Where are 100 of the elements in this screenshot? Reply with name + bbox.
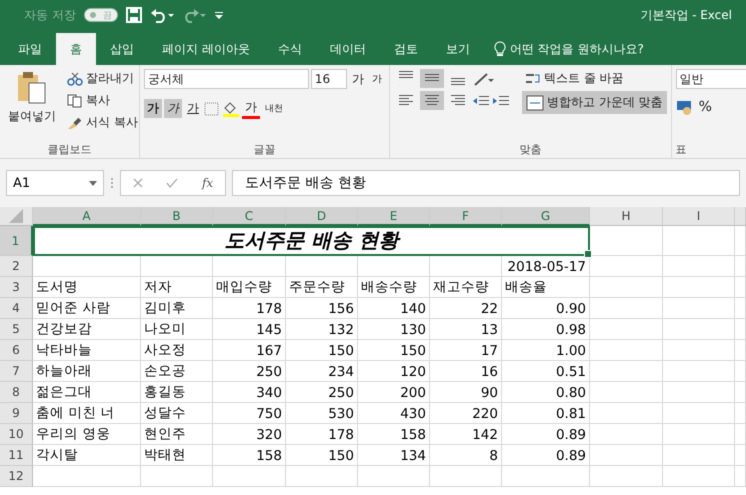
lightbulb-icon (494, 41, 506, 57)
enter-icon (166, 178, 178, 188)
save-icon (126, 7, 142, 23)
font-color-button[interactable]: 가 (242, 98, 260, 119)
cut-button[interactable]: 잘라내기 (64, 69, 141, 88)
table-cell: 현인주 (141, 424, 213, 445)
horizontal-align-button[interactable] (420, 91, 444, 110)
italic-button[interactable]: 가 (164, 99, 182, 118)
row-header[interactable]: 10 (0, 424, 33, 445)
table-cell (735, 424, 746, 445)
tell-me-field[interactable]: 어떤 작업을 원하시나요? (510, 40, 644, 58)
table-cell (735, 340, 746, 361)
row-header[interactable]: 8 (0, 382, 33, 403)
phonetic-button[interactable]: 내천 (262, 101, 286, 116)
column-header[interactable]: C (213, 207, 286, 226)
table-cell (735, 277, 746, 298)
column-header[interactable]: F (430, 207, 502, 226)
merge-center-button[interactable]: 병합하고 가운데 맞춤 (522, 91, 667, 114)
column-header[interactable]: E (358, 207, 430, 226)
ribbon-tab[interactable]: 홈 (56, 33, 96, 65)
table-cell (286, 256, 358, 277)
table-cell (663, 319, 735, 340)
undo-icon (150, 7, 174, 23)
fill-handle[interactable] (584, 250, 592, 258)
grow-font-button[interactable]: 가 (349, 70, 367, 88)
table-cell (663, 277, 735, 298)
table-cell (286, 466, 358, 487)
table-cell: 주문수량 (286, 277, 358, 298)
table-cell: 매입수량 (213, 277, 286, 298)
table-cell: 158 (213, 445, 286, 466)
increase-indent-icon (492, 94, 510, 108)
merged-title-cell[interactable]: 도서주문 배송 현황 (33, 226, 590, 256)
row-header[interactable]: 9 (0, 403, 33, 424)
format-painter-button[interactable]: 서식 복사 (64, 113, 141, 132)
row-header[interactable]: 1 (0, 226, 33, 256)
table-cell: 142 (430, 424, 502, 445)
paste-button[interactable]: 붙여넣기 (4, 69, 60, 142)
table-cell: 김미후 (141, 298, 213, 319)
column-header[interactable]: G (502, 207, 590, 226)
wrap-text-button[interactable]: 텍스트 줄 바꿈 (522, 69, 667, 88)
row-header[interactable]: 2 (0, 256, 33, 277)
table-cell (735, 226, 746, 256)
table-cell: 320 (213, 424, 286, 445)
table-cell: 158 (358, 424, 430, 445)
bold-button[interactable]: 가 (144, 99, 162, 118)
ribbon-tab[interactable]: 데이터 (316, 33, 380, 65)
column-header[interactable]: B (141, 207, 213, 226)
vertical-align-button[interactable] (420, 69, 444, 88)
table-cell: 우리의 영웅 (33, 424, 141, 445)
ribbon-tab[interactable]: 검토 (380, 33, 432, 65)
table-cell (663, 340, 735, 361)
shrink-font-button[interactable]: 가 (369, 71, 385, 87)
ribbon-tab[interactable]: 수식 (264, 33, 316, 65)
formula-field[interactable]: 도서주문 배송 현황 (232, 170, 740, 196)
select-all-icon (9, 209, 23, 223)
table-cell (663, 424, 735, 445)
row-header[interactable]: 3 (0, 277, 33, 298)
column-header[interactable]: I (663, 207, 735, 226)
table-cell: 손오공 (141, 361, 213, 382)
row-header[interactable]: 12 (0, 466, 33, 487)
dropdown-icon (89, 180, 97, 186)
table-cell: 430 (358, 403, 430, 424)
row-header[interactable]: 6 (0, 340, 33, 361)
table-cell (663, 226, 735, 256)
column-header[interactable]: H (590, 207, 663, 226)
row-header[interactable]: 4 (0, 298, 33, 319)
ribbon-tab[interactable]: 파일 (4, 33, 56, 65)
fill-color-icon (222, 100, 240, 116)
group-label: 맞춤 (518, 142, 542, 158)
table-cell: 홍길동 (141, 382, 213, 403)
table-cell: 340 (213, 382, 286, 403)
name-box[interactable]: A1 (6, 170, 104, 196)
insert-function-button[interactable]: fx (202, 176, 214, 190)
percent-button[interactable]: % (696, 98, 715, 116)
table-cell: 0.98 (502, 319, 590, 340)
row-header[interactable]: 7 (0, 361, 33, 382)
table-cell: 젊은그대 (33, 382, 141, 403)
table-cell: 1.00 (502, 340, 590, 361)
row-header[interactable]: 5 (0, 319, 33, 340)
number-format-field[interactable]: 일반 (676, 69, 746, 89)
table-cell: 하늘아래 (33, 361, 141, 382)
ribbon-tab[interactable]: 삽입 (96, 33, 148, 65)
ribbon-tab[interactable]: 보기 (432, 33, 484, 65)
font-name-field[interactable]: 궁서체 (144, 69, 309, 89)
table-cell (663, 256, 735, 277)
copy-button[interactable]: 복사 (64, 91, 141, 110)
table-cell: 도서명 (33, 277, 141, 298)
more-icon (110, 177, 114, 189)
font-size-field[interactable]: 16 (310, 69, 347, 89)
table-cell: 150 (358, 340, 430, 361)
table-cell: 132 (286, 319, 358, 340)
column-header[interactable]: D (286, 207, 358, 226)
ribbon-tab[interactable]: 페이지 레이아웃 (148, 33, 264, 65)
row-header[interactable]: 11 (0, 445, 33, 466)
table-cell: 0.89 (502, 445, 590, 466)
underline-button[interactable]: 가 (184, 99, 202, 118)
table-cell: 530 (286, 403, 358, 424)
table-cell: 나오미 (141, 319, 213, 340)
column-header[interactable]: A (33, 207, 141, 226)
table-cell: 150 (286, 340, 358, 361)
